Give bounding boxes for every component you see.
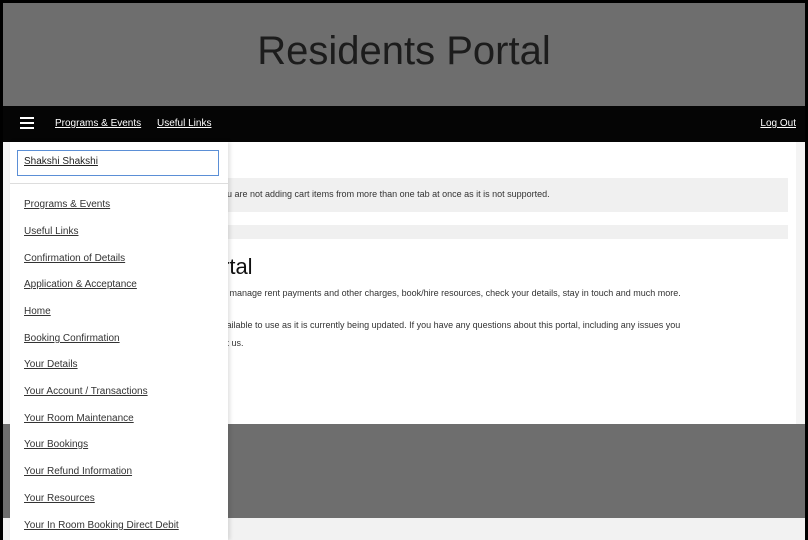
drawer-divider	[10, 183, 228, 184]
user-name-button[interactable]: Shakshi Shakshi	[17, 150, 219, 176]
intro-paragraph: d manage rent payments and other charges…	[222, 288, 681, 298]
menu-item-in-room-booking-direct-debit[interactable]: Your In Room Booking Direct Debit	[24, 520, 179, 531]
cart-notice-banner: ou are not adding cart items from more t…	[212, 178, 788, 212]
menu-item-your-refund-information[interactable]: Your Refund Information	[24, 466, 132, 477]
menu-item-your-resources[interactable]: Your Resources	[24, 493, 95, 504]
menu-item-useful-links[interactable]: Useful Links	[24, 226, 78, 237]
logout-link[interactable]: Log Out	[760, 118, 796, 129]
page-title: Residents Portal	[257, 28, 551, 73]
site-header: Residents Portal	[0, 0, 808, 106]
update-paragraph-line-1: vailable to use as it is currently being…	[222, 320, 681, 330]
menu-item-your-details[interactable]: Your Details	[24, 359, 78, 370]
hamburger-menu-icon[interactable]	[20, 117, 34, 129]
menu-item-home[interactable]: Home	[24, 306, 51, 317]
menu-item-your-room-maintenance[interactable]: Your Room Maintenance	[24, 413, 134, 424]
menu-item-your-bookings[interactable]: Your Bookings	[24, 439, 88, 450]
menu-item-programs-events[interactable]: Programs & Events	[24, 199, 110, 210]
menu-item-application-acceptance[interactable]: Application & Acceptance	[24, 279, 137, 290]
nav-link-programs-events[interactable]: Programs & Events	[55, 118, 141, 129]
side-drawer-menu: Shakshi Shakshi Programs & Events Useful…	[10, 142, 228, 540]
menu-item-confirmation-of-details[interactable]: Confirmation of Details	[24, 253, 125, 264]
top-navbar: Programs & Events Useful Links Log Out	[0, 106, 808, 142]
secondary-banner	[212, 225, 788, 239]
menu-item-your-account-transactions[interactable]: Your Account / Transactions	[24, 386, 148, 397]
nav-link-useful-links[interactable]: Useful Links	[157, 118, 211, 129]
menu-item-booking-confirmation[interactable]: Booking Confirmation	[24, 333, 120, 344]
